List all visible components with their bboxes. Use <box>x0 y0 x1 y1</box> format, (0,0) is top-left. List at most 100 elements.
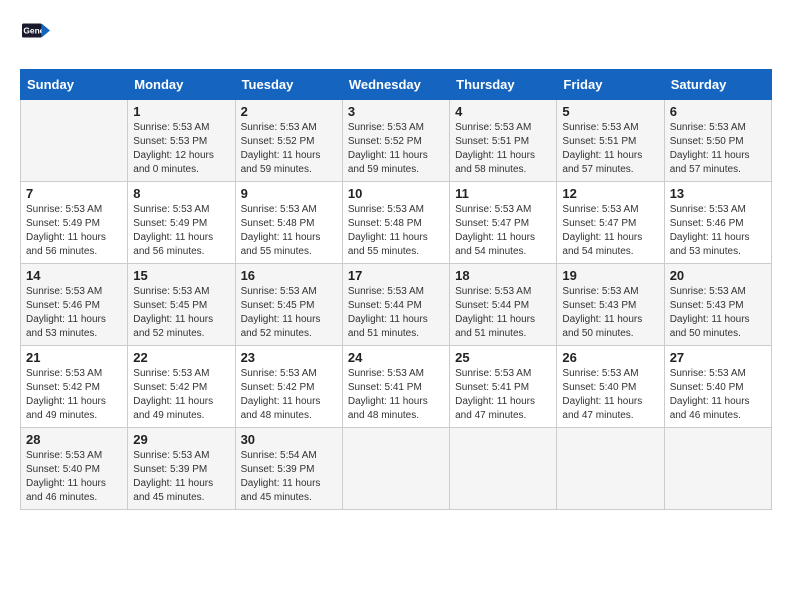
day-number: 29 <box>133 432 229 447</box>
day-number: 22 <box>133 350 229 365</box>
day-number: 10 <box>348 186 444 201</box>
day-info: Sunrise: 5:53 AM Sunset: 5:42 PM Dayligh… <box>133 367 229 423</box>
calendar-cell: 22 Sunrise: 5:53 AM Sunset: 5:42 PM Dayli… <box>128 346 235 428</box>
day-number: 20 <box>670 268 766 283</box>
day-info: Sunrise: 5:53 AM Sunset: 5:50 PM Dayligh… <box>670 121 766 177</box>
day-number: 24 <box>348 350 444 365</box>
day-info: Sunrise: 5:53 AM Sunset: 5:51 PM Dayligh… <box>562 121 658 177</box>
day-number: 25 <box>455 350 551 365</box>
calendar-cell: 24 Sunrise: 5:53 AM Sunset: 5:41 PM Dayli… <box>342 346 449 428</box>
day-info: Sunrise: 5:53 AM Sunset: 5:42 PM Dayligh… <box>26 367 122 423</box>
day-info: Sunrise: 5:53 AM Sunset: 5:47 PM Dayligh… <box>562 203 658 259</box>
day-number: 12 <box>562 186 658 201</box>
calendar-week-row: 14 Sunrise: 5:53 AM Sunset: 5:46 PM Dayli… <box>21 264 772 346</box>
calendar-cell: 21 Sunrise: 5:53 AM Sunset: 5:42 PM Dayli… <box>21 346 128 428</box>
logo: General <box>20 20 50 53</box>
day-number: 9 <box>241 186 337 201</box>
calendar-cell: 25 Sunrise: 5:53 AM Sunset: 5:41 PM Dayli… <box>450 346 557 428</box>
calendar-cell: 10 Sunrise: 5:53 AM Sunset: 5:48 PM Dayli… <box>342 182 449 264</box>
calendar-cell: 16 Sunrise: 5:53 AM Sunset: 5:45 PM Dayli… <box>235 264 342 346</box>
day-info: Sunrise: 5:53 AM Sunset: 5:41 PM Dayligh… <box>455 367 551 423</box>
day-number: 28 <box>26 432 122 447</box>
weekday-header: Wednesday <box>342 70 449 100</box>
calendar-cell: 26Sunrise: 5:53 AM Sunset: 5:40 PM Dayli… <box>557 346 664 428</box>
day-number: 4 <box>455 104 551 119</box>
day-number: 7 <box>26 186 122 201</box>
calendar-cell <box>450 428 557 510</box>
day-info: Sunrise: 5:53 AM Sunset: 5:40 PM Dayligh… <box>670 367 766 423</box>
day-info: Sunrise: 5:53 AM Sunset: 5:48 PM Dayligh… <box>241 203 337 259</box>
calendar-cell: 1 Sunrise: 5:53 AM Sunset: 5:53 PM Daylig… <box>128 100 235 182</box>
day-info: Sunrise: 5:53 AM Sunset: 5:52 PM Dayligh… <box>348 121 444 177</box>
day-number: 23 <box>241 350 337 365</box>
day-info: Sunrise: 5:53 AM Sunset: 5:42 PM Dayligh… <box>241 367 337 423</box>
day-number: 27 <box>670 350 766 365</box>
day-info: Sunrise: 5:53 AM Sunset: 5:45 PM Dayligh… <box>133 285 229 341</box>
calendar-cell: 5 Sunrise: 5:53 AM Sunset: 5:51 PM Daylig… <box>557 100 664 182</box>
calendar-week-row: 28 Sunrise: 5:53 AM Sunset: 5:40 PM Dayli… <box>21 428 772 510</box>
day-number: 26 <box>562 350 658 365</box>
calendar-cell: 12 Sunrise: 5:53 AM Sunset: 5:47 PM Dayli… <box>557 182 664 264</box>
day-number: 13 <box>670 186 766 201</box>
day-info: Sunrise: 5:53 AM Sunset: 5:48 PM Dayligh… <box>348 203 444 259</box>
day-info: Sunrise: 5:53 AM Sunset: 5:49 PM Dayligh… <box>26 203 122 259</box>
calendar-cell: 29 Sunrise: 5:53 AM Sunset: 5:39 PM Dayli… <box>128 428 235 510</box>
day-number: 19 <box>562 268 658 283</box>
logo-icon: General <box>22 20 50 48</box>
calendar-cell: 18Sunrise: 5:53 AM Sunset: 5:44 PM Dayli… <box>450 264 557 346</box>
day-info: Sunrise: 5:53 AM Sunset: 5:53 PM Dayligh… <box>133 121 229 177</box>
calendar-cell: 20 Sunrise: 5:53 AM Sunset: 5:43 PM Dayli… <box>664 264 771 346</box>
calendar-cell: 6 Sunrise: 5:53 AM Sunset: 5:50 PM Daylig… <box>664 100 771 182</box>
day-number: 1 <box>133 104 229 119</box>
day-info: Sunrise: 5:53 AM Sunset: 5:43 PM Dayligh… <box>670 285 766 341</box>
page-header: General <box>20 20 772 53</box>
calendar-week-row: 7 Sunrise: 5:53 AM Sunset: 5:49 PM Daylig… <box>21 182 772 264</box>
weekday-header: Sunday <box>21 70 128 100</box>
day-info: Sunrise: 5:53 AM Sunset: 5:39 PM Dayligh… <box>133 449 229 505</box>
day-number: 30 <box>241 432 337 447</box>
weekday-header: Saturday <box>664 70 771 100</box>
calendar-cell: 4 Sunrise: 5:53 AM Sunset: 5:51 PM Daylig… <box>450 100 557 182</box>
calendar-cell: 13 Sunrise: 5:53 AM Sunset: 5:46 PM Dayli… <box>664 182 771 264</box>
day-number: 21 <box>26 350 122 365</box>
calendar-table: SundayMondayTuesdayWednesdayThursdayFrid… <box>20 69 772 510</box>
weekday-header: Tuesday <box>235 70 342 100</box>
calendar-cell: 9 Sunrise: 5:53 AM Sunset: 5:48 PM Daylig… <box>235 182 342 264</box>
day-info: Sunrise: 5:53 AM Sunset: 5:46 PM Dayligh… <box>26 285 122 341</box>
day-info: Sunrise: 5:53 AM Sunset: 5:49 PM Dayligh… <box>133 203 229 259</box>
day-info: Sunrise: 5:53 AM Sunset: 5:51 PM Dayligh… <box>455 121 551 177</box>
day-info: Sunrise: 5:53 AM Sunset: 5:45 PM Dayligh… <box>241 285 337 341</box>
calendar-body: 1 Sunrise: 5:53 AM Sunset: 5:53 PM Daylig… <box>21 100 772 510</box>
day-number: 5 <box>562 104 658 119</box>
calendar-cell: 28 Sunrise: 5:53 AM Sunset: 5:40 PM Dayli… <box>21 428 128 510</box>
calendar-cell: 30 Sunrise: 5:54 AM Sunset: 5:39 PM Dayli… <box>235 428 342 510</box>
calendar-week-row: 1 Sunrise: 5:53 AM Sunset: 5:53 PM Daylig… <box>21 100 772 182</box>
day-info: Sunrise: 5:53 AM Sunset: 5:47 PM Dayligh… <box>455 203 551 259</box>
calendar-cell: 14 Sunrise: 5:53 AM Sunset: 5:46 PM Dayli… <box>21 264 128 346</box>
day-number: 3 <box>348 104 444 119</box>
calendar-cell: 8 Sunrise: 5:53 AM Sunset: 5:49 PM Daylig… <box>128 182 235 264</box>
calendar-cell: 3 Sunrise: 5:53 AM Sunset: 5:52 PM Daylig… <box>342 100 449 182</box>
day-info: Sunrise: 5:53 AM Sunset: 5:44 PM Dayligh… <box>348 285 444 341</box>
day-number: 2 <box>241 104 337 119</box>
day-number: 16 <box>241 268 337 283</box>
calendar-header: SundayMondayTuesdayWednesdayThursdayFrid… <box>21 70 772 100</box>
day-info: Sunrise: 5:53 AM Sunset: 5:43 PM Dayligh… <box>562 285 658 341</box>
day-number: 17 <box>348 268 444 283</box>
calendar-cell: 15Sunrise: 5:53 AM Sunset: 5:45 PM Dayli… <box>128 264 235 346</box>
day-info: Sunrise: 5:53 AM Sunset: 5:41 PM Dayligh… <box>348 367 444 423</box>
day-number: 11 <box>455 186 551 201</box>
day-info: Sunrise: 5:53 AM Sunset: 5:46 PM Dayligh… <box>670 203 766 259</box>
day-info: Sunrise: 5:53 AM Sunset: 5:40 PM Dayligh… <box>26 449 122 505</box>
weekday-header: Monday <box>128 70 235 100</box>
calendar-cell <box>664 428 771 510</box>
day-info: Sunrise: 5:54 AM Sunset: 5:39 PM Dayligh… <box>241 449 337 505</box>
calendar-cell: 11 Sunrise: 5:53 AM Sunset: 5:47 PM Dayli… <box>450 182 557 264</box>
day-number: 14 <box>26 268 122 283</box>
calendar-cell: 17 Sunrise: 5:53 AM Sunset: 5:44 PM Dayli… <box>342 264 449 346</box>
day-number: 8 <box>133 186 229 201</box>
day-number: 6 <box>670 104 766 119</box>
calendar-cell: 7 Sunrise: 5:53 AM Sunset: 5:49 PM Daylig… <box>21 182 128 264</box>
calendar-week-row: 21 Sunrise: 5:53 AM Sunset: 5:42 PM Dayli… <box>21 346 772 428</box>
calendar-cell: 27 Sunrise: 5:53 AM Sunset: 5:40 PM Dayli… <box>664 346 771 428</box>
